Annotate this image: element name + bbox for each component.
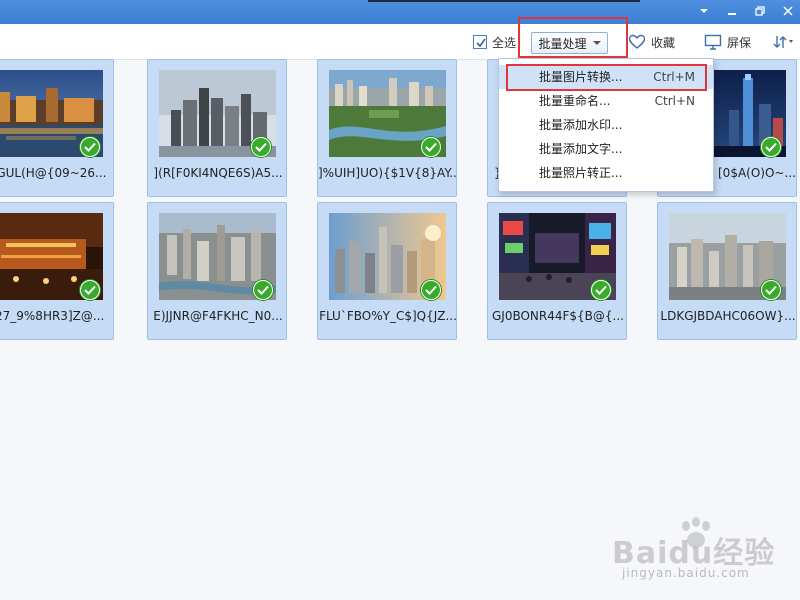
selected-check-icon xyxy=(251,137,271,157)
menu-item-batch-rename[interactable]: 批量重命名... Ctrl+N xyxy=(499,89,713,113)
menu-item-label: 批量重命名... xyxy=(539,94,611,108)
batch-process-menu: 批量图片转换... Ctrl+M 批量重命名... Ctrl+N 批量添加水印.… xyxy=(498,58,714,192)
image-filename: LDKGJBDAHC06OW}... xyxy=(660,309,796,323)
image-card[interactable]: ]%UIH]UO){$1V{8}AY... xyxy=(317,59,458,197)
image-card[interactable]: FLU`FBO%Y_C$]Q{JZ... xyxy=(317,202,457,340)
selected-check-icon xyxy=(80,280,100,300)
selected-check-icon xyxy=(591,280,611,300)
image-filename: GJ0BONR44F${B@{... xyxy=(491,309,624,323)
selected-check-icon xyxy=(421,280,441,300)
menu-item-shortcut: Ctrl+M xyxy=(653,70,695,84)
menu-item-label: 批量添加文字... xyxy=(539,142,623,156)
image-card[interactable]: G27_9%8HR3]Z@... xyxy=(0,202,114,340)
menu-item-batch-convert[interactable]: 批量图片转换... Ctrl+M xyxy=(499,65,713,89)
image-card[interactable]: GJ0BONR44F${B@{... xyxy=(487,202,627,340)
menu-item-label: 批量照片转正... xyxy=(539,166,623,180)
selected-check-icon xyxy=(80,137,100,157)
selected-check-icon xyxy=(253,280,273,300)
image-filename: G27_9%8HR3]Z@... xyxy=(0,309,105,323)
image-filename: ]%UIH]UO){$1V{8}AY... xyxy=(318,166,458,180)
selected-check-icon xyxy=(761,137,781,157)
image-card[interactable]: E)JJNR@F4FKHC_N0... xyxy=(147,202,287,340)
watermark-url: jingyan.baidu.com xyxy=(622,566,750,580)
image-card[interactable]: ](R[F0KI4NQE6S)A5... xyxy=(147,59,287,197)
image-card[interactable]: GJGUL(H@{09~26... xyxy=(0,59,114,197)
menu-item-label: 批量图片转换... xyxy=(539,70,623,84)
image-filename: E)JJNR@F4FKHC_N0... xyxy=(153,309,283,323)
menu-item-batch-rotate[interactable]: 批量照片转正... xyxy=(499,161,713,185)
menu-item-label: 批量添加水印... xyxy=(539,118,623,132)
image-filename: ](R[F0KI4NQE6S)A5... xyxy=(153,166,283,180)
image-card[interactable]: LDKGJBDAHC06OW}... xyxy=(657,202,797,340)
selected-check-icon xyxy=(761,280,781,300)
selected-check-icon xyxy=(421,137,441,157)
menu-item-batch-watermark[interactable]: 批量添加水印... xyxy=(499,113,713,137)
image-filename: GJGUL(H@{09~26... xyxy=(0,166,107,180)
baidu-watermark: Baidu经验 jingyan.baidu.com xyxy=(612,516,792,596)
menu-item-shortcut: Ctrl+N xyxy=(654,94,695,108)
image-filename: FLU`FBO%Y_C$]Q{JZ... xyxy=(319,309,457,323)
menu-item-batch-add-text[interactable]: 批量添加文字... xyxy=(499,137,713,161)
